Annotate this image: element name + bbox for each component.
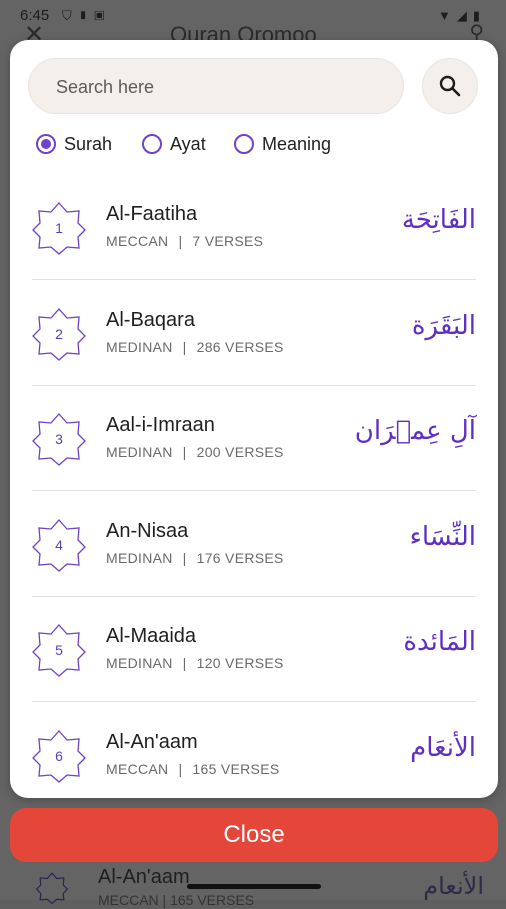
surah-number-badge: 3 (32, 412, 86, 466)
search-field[interactable] (28, 58, 404, 116)
surah-arabic-name: الفَاتِحَة (401, 205, 476, 235)
surah-verses: 120 VERSES (196, 655, 284, 671)
surah-number-badge: 1 (32, 201, 86, 255)
surah-row[interactable]: 2 Al-Baqara MEDINAN | 286 VERSES البَقَرَة (10, 281, 498, 386)
radio-label: Surah (64, 133, 113, 154)
search-dialog: Surah Ayat Meaning 1 Al-Faatiha MECCAN | 7 V… (10, 40, 498, 798)
surah-verses: 200 VERSES (196, 444, 284, 460)
surah-number-badge: 5 (32, 623, 86, 677)
surah-type: MEDINAN (106, 549, 173, 566)
surah-type: MECCAN (106, 760, 169, 777)
surah-number: 1 (55, 220, 63, 236)
surah-name: Al-Faatiha (106, 203, 198, 225)
surah-arabic-name: المَائدة (403, 627, 476, 657)
surah-type: MEDINAN (106, 338, 173, 355)
surah-name: Al-Baqara (106, 308, 195, 331)
surah-meta: MEDINAN | 286 VERSES (106, 339, 284, 355)
surah-name: Aal-i-Imraan (106, 414, 215, 436)
surah-arabic-name: النِّسَاء (409, 521, 476, 552)
radio-label: Meaning (262, 133, 332, 154)
surah-number: 6 (55, 747, 63, 764)
home-indicator[interactable] (187, 884, 321, 889)
surah-row[interactable]: 3 Aal-i-Imraan MEDINAN | 200 VERSES آلِ عِمۡر… (10, 386, 498, 491)
meta-separator: | (182, 655, 187, 671)
search-button[interactable] (422, 58, 478, 114)
surah-row[interactable]: 6 Al-An'aam MECCAN | 165 VERSES الأنعَام (10, 703, 498, 799)
radio-surah[interactable]: Surah (36, 130, 112, 158)
surah-name: An-Nisaa (106, 519, 189, 542)
surah-arabic-name: الأنعام (423, 872, 484, 900)
radio-label: Ayat (170, 133, 206, 154)
meta-separator: | (182, 444, 187, 460)
surah-number-badge: 4 (32, 518, 86, 572)
list-item: Al-An'aam MECCAN | 165 VERSES الأنعام (0, 858, 506, 908)
surah-verses: 7 VERSES (192, 233, 264, 249)
surah-verses: 165 VERSES (192, 760, 280, 777)
surah-verses: 286 VERSES (196, 338, 284, 355)
close-button[interactable]: Close (10, 808, 498, 862)
surah-meta: MEDINAN | 120 VERSES (106, 655, 284, 671)
surah-type: MEDINAN (106, 444, 173, 460)
radio-ayat[interactable]: Ayat (142, 130, 206, 158)
surah-meta: MEDINAN | 200 VERSES (106, 444, 284, 460)
surah-number-badge: 2 (32, 307, 86, 361)
search-input[interactable] (54, 58, 388, 116)
search-icon (439, 75, 461, 97)
surah-number-badge (35, 872, 69, 905)
surah-number: 5 (55, 642, 63, 658)
surah-meta: MEDINAN | 176 VERSES (106, 550, 284, 566)
radio-unchecked-icon[interactable] (234, 134, 254, 154)
surah-number: 2 (55, 325, 63, 342)
surah-arabic-name: آلِ عِمۡرَان (354, 416, 476, 446)
surah-name: Al-An'aam (98, 866, 190, 888)
surah-arabic-name: الأنعَام (410, 732, 476, 763)
radio-checked-icon[interactable] (36, 134, 56, 154)
meta-separator: | (178, 760, 183, 777)
surah-meta: MECCAN | 165 VERSES (106, 761, 279, 777)
surah-number: 4 (55, 536, 63, 553)
surah-number: 3 (55, 431, 63, 447)
radio-meaning[interactable]: Meaning (234, 130, 331, 158)
meta-separator: | (182, 549, 187, 566)
surah-number-badge: 6 (32, 729, 86, 783)
surah-row[interactable]: 4 An-Nisaa MEDINAN | 176 VERSES النِّسَاء (10, 492, 498, 597)
radio-unchecked-icon[interactable] (142, 134, 162, 154)
surah-arabic-name: البَقَرَة (411, 310, 476, 341)
surah-name: Al-Maaida (106, 625, 197, 647)
notification-icons: ⛉▮▣ (62, 8, 111, 23)
surah-meta: MECCAN | 165 VERSES (98, 892, 255, 908)
surah-type: MECCAN (106, 233, 169, 249)
surah-name: Al-An'aam (106, 730, 198, 753)
search-mode-group: Surah Ayat Meaning (36, 130, 476, 158)
meta-separator: | (178, 233, 183, 249)
surah-verses: 176 VERSES (196, 549, 284, 566)
surah-meta: MECCAN | 7 VERSES (106, 233, 263, 249)
meta-separator: | (182, 338, 187, 355)
surah-row[interactable]: 1 Al-Faatiha MECCAN | 7 VERSES الفَاتِحَة (10, 175, 498, 280)
surah-row[interactable]: 5 Al-Maaida MEDINAN | 120 VERSES المَائدة (10, 597, 498, 702)
surah-type: MEDINAN (106, 655, 173, 671)
